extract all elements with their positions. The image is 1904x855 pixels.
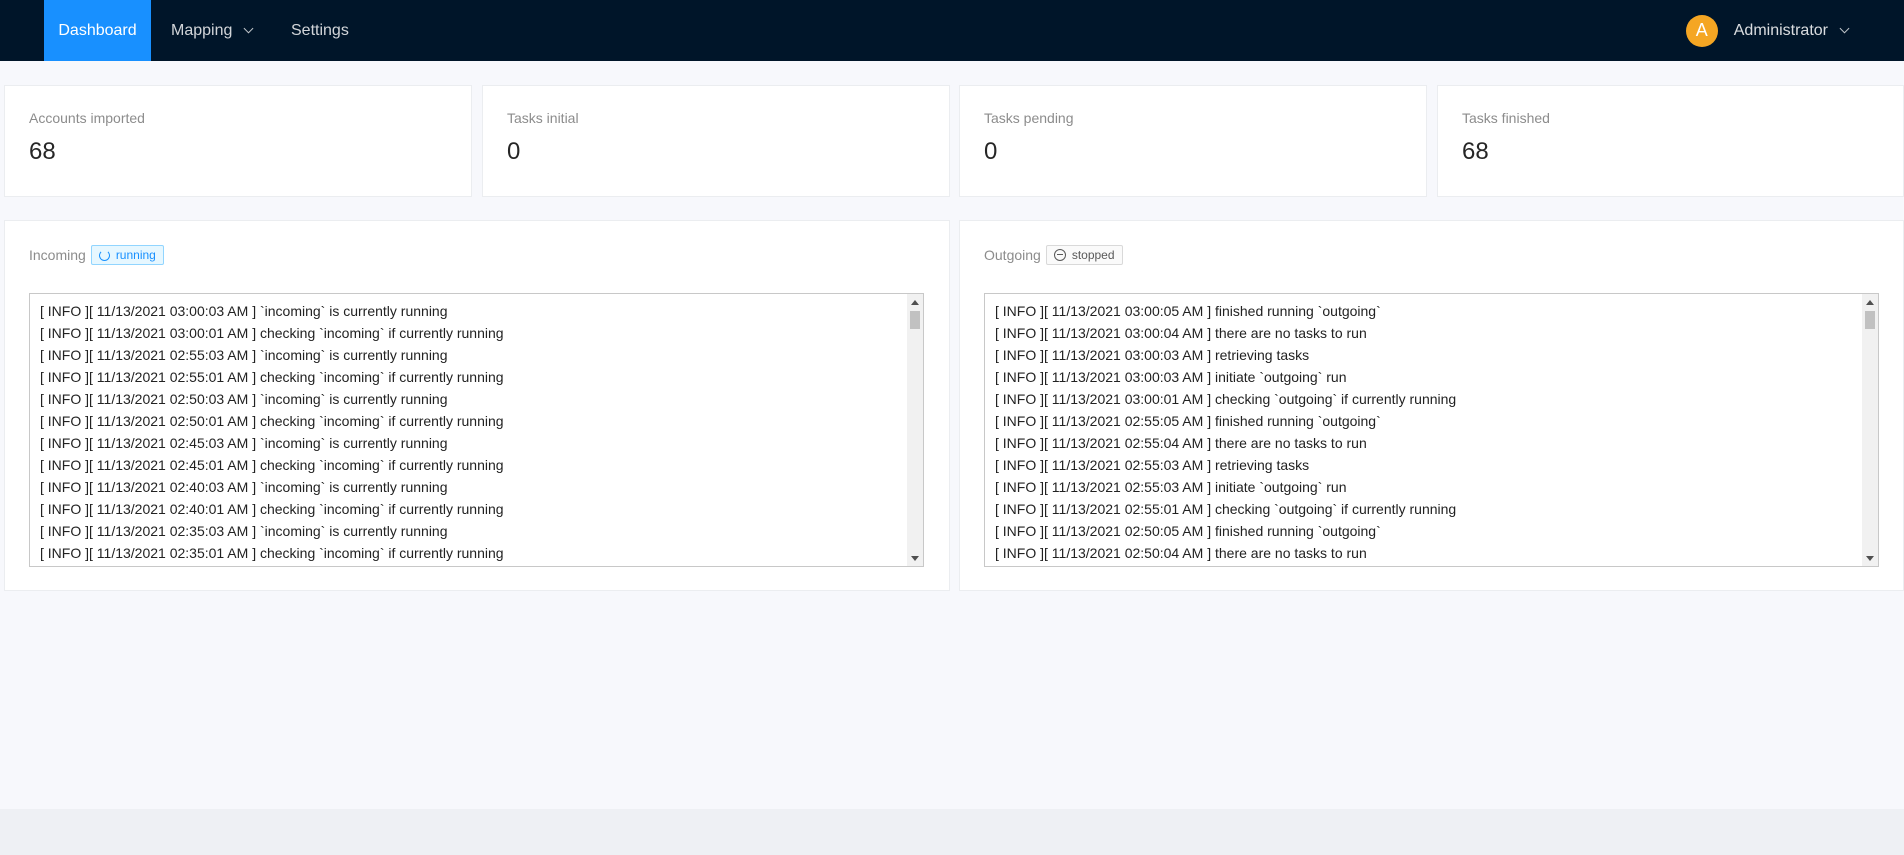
status-badge: stopped: [1045, 245, 1123, 265]
log-line: [ INFO ][ 11/13/2021 02:40:03 AM ] `inco…: [40, 479, 448, 495]
nav-item-label: Settings: [291, 21, 349, 39]
triangle-down-icon: [1866, 555, 1874, 561]
log-line: [ INFO ][ 11/13/2021 02:50:03 AM ] `inco…: [40, 391, 448, 407]
incoming-header: Incoming running: [29, 245, 164, 265]
stat-value: 68: [29, 138, 56, 165]
incoming-panel: Incoming running [ INFO ][ 11/13/2021 03…: [4, 220, 950, 591]
log-line: [ INFO ][ 11/13/2021 03:00:03 AM ] retri…: [995, 347, 1310, 363]
chevron-down-icon: [243, 23, 254, 33]
user-name: Administrator: [1733, 21, 1828, 39]
log-line: [ INFO ][ 11/13/2021 02:35:03 AM ] `inco…: [40, 523, 448, 539]
avatar: A: [1685, 14, 1718, 47]
nav-item-label: Mapping: [171, 21, 233, 39]
avatar-initial: A: [1695, 20, 1708, 40]
main-content: Accounts imported 68 Tasks initial 0 Tas…: [0, 61, 1904, 809]
chevron-down-icon: [1839, 23, 1850, 33]
nav-item-settings[interactable]: Settings: [291, 0, 349, 61]
log-line: [ INFO ][ 11/13/2021 03:00:04 AM ] there…: [995, 325, 1367, 341]
log-line: [ INFO ][ 11/13/2021 03:00:05 AM ] finis…: [995, 303, 1381, 319]
log-line: [ INFO ][ 11/13/2021 03:00:03 AM ] `inco…: [40, 303, 448, 319]
log-line: [ INFO ][ 11/13/2021 02:55:03 AM ] retri…: [995, 457, 1310, 473]
log-line: [ INFO ][ 11/13/2021 02:55:05 AM ] finis…: [995, 413, 1381, 429]
log-line: [ INFO ][ 11/13/2021 03:00:01 AM ] check…: [995, 391, 1457, 407]
nav-item-mapping[interactable]: Mapping: [171, 0, 254, 61]
status-text: stopped: [1071, 248, 1115, 262]
incoming-log[interactable]: [ INFO ][ 11/13/2021 03:00:03 AM ] `inco…: [29, 293, 924, 567]
stat-value: 0: [507, 138, 521, 165]
nav-item-dashboard[interactable]: Dashboard: [44, 0, 151, 61]
log-line: [ INFO ][ 11/13/2021 02:55:04 AM ] there…: [995, 435, 1367, 451]
stat-value: 0: [984, 138, 998, 165]
scroll-thumb[interactable]: [1865, 311, 1875, 329]
log-line: [ INFO ][ 11/13/2021 03:00:01 AM ] check…: [40, 325, 504, 341]
outgoing-header: Outgoing stopped: [984, 245, 1123, 265]
scroll-thumb[interactable]: [910, 311, 920, 329]
triangle-up-icon: [911, 299, 919, 305]
log-line: [ INFO ][ 11/13/2021 02:45:03 AM ] `inco…: [40, 435, 448, 451]
loading-spinner-icon: [98, 249, 110, 261]
log-line: [ INFO ][ 11/13/2021 02:50:01 AM ] check…: [40, 413, 504, 429]
footer-area: [0, 809, 1904, 855]
minus-circle-icon: [1053, 249, 1066, 261]
log-line: [ INFO ][ 11/13/2021 02:55:03 AM ] initi…: [995, 479, 1347, 495]
log-line: [ INFO ][ 11/13/2021 02:50:05 AM ] finis…: [995, 523, 1381, 539]
log-line: [ INFO ][ 11/13/2021 02:40:01 AM ] check…: [40, 501, 504, 517]
panel-title: Outgoing: [984, 247, 1041, 263]
log-line: [ INFO ][ 11/13/2021 02:55:01 AM ] check…: [40, 369, 504, 385]
status-badge: running: [90, 245, 164, 265]
stat-label: Tasks pending: [984, 110, 1074, 126]
panel-title: Incoming: [29, 247, 86, 263]
log-lines: [ INFO ][ 11/13/2021 03:00:03 AM ] `inco…: [40, 300, 905, 564]
nav-item-label: Dashboard: [58, 21, 137, 39]
status-text: running: [115, 248, 156, 262]
triangle-down-icon: [911, 555, 919, 561]
scrollbar[interactable]: [1862, 294, 1878, 566]
log-line: [ INFO ][ 11/13/2021 02:55:03 AM ] `inco…: [40, 347, 448, 363]
outgoing-panel: Outgoing stopped [ INFO ][ 11/13/2021 03…: [959, 220, 1904, 591]
scroll-down-button[interactable]: [1862, 550, 1878, 566]
stat-label: Tasks finished: [1462, 110, 1550, 126]
user-menu[interactable]: A Administrator: [1685, 0, 1850, 61]
outgoing-log[interactable]: [ INFO ][ 11/13/2021 03:00:05 AM ] finis…: [984, 293, 1879, 567]
stat-card-tasks-pending: Tasks pending 0: [959, 85, 1427, 197]
scrollbar[interactable]: [907, 294, 923, 566]
stat-card-accounts-imported: Accounts imported 68: [4, 85, 472, 197]
stat-value: 68: [1462, 138, 1489, 165]
scroll-up-button[interactable]: [907, 294, 923, 310]
log-line: [ INFO ][ 11/13/2021 02:45:01 AM ] check…: [40, 457, 504, 473]
triangle-up-icon: [1866, 299, 1874, 305]
scroll-up-button[interactable]: [1862, 294, 1878, 310]
log-line: [ INFO ][ 11/13/2021 02:50:04 AM ] there…: [995, 545, 1367, 561]
stat-label: Tasks initial: [507, 110, 579, 126]
log-line: [ INFO ][ 11/13/2021 03:00:03 AM ] initi…: [995, 369, 1347, 385]
scroll-down-button[interactable]: [907, 550, 923, 566]
log-lines: [ INFO ][ 11/13/2021 03:00:05 AM ] finis…: [995, 300, 1860, 564]
stat-card-tasks-initial: Tasks initial 0: [482, 85, 950, 197]
log-line: [ INFO ][ 11/13/2021 02:55:01 AM ] check…: [995, 501, 1457, 517]
top-navbar: Dashboard Mapping Settings A Administrat…: [0, 0, 1904, 61]
log-line: [ INFO ][ 11/13/2021 02:35:01 AM ] check…: [40, 545, 504, 561]
stat-card-tasks-finished: Tasks finished 68: [1437, 85, 1904, 197]
stat-label: Accounts imported: [29, 110, 145, 126]
